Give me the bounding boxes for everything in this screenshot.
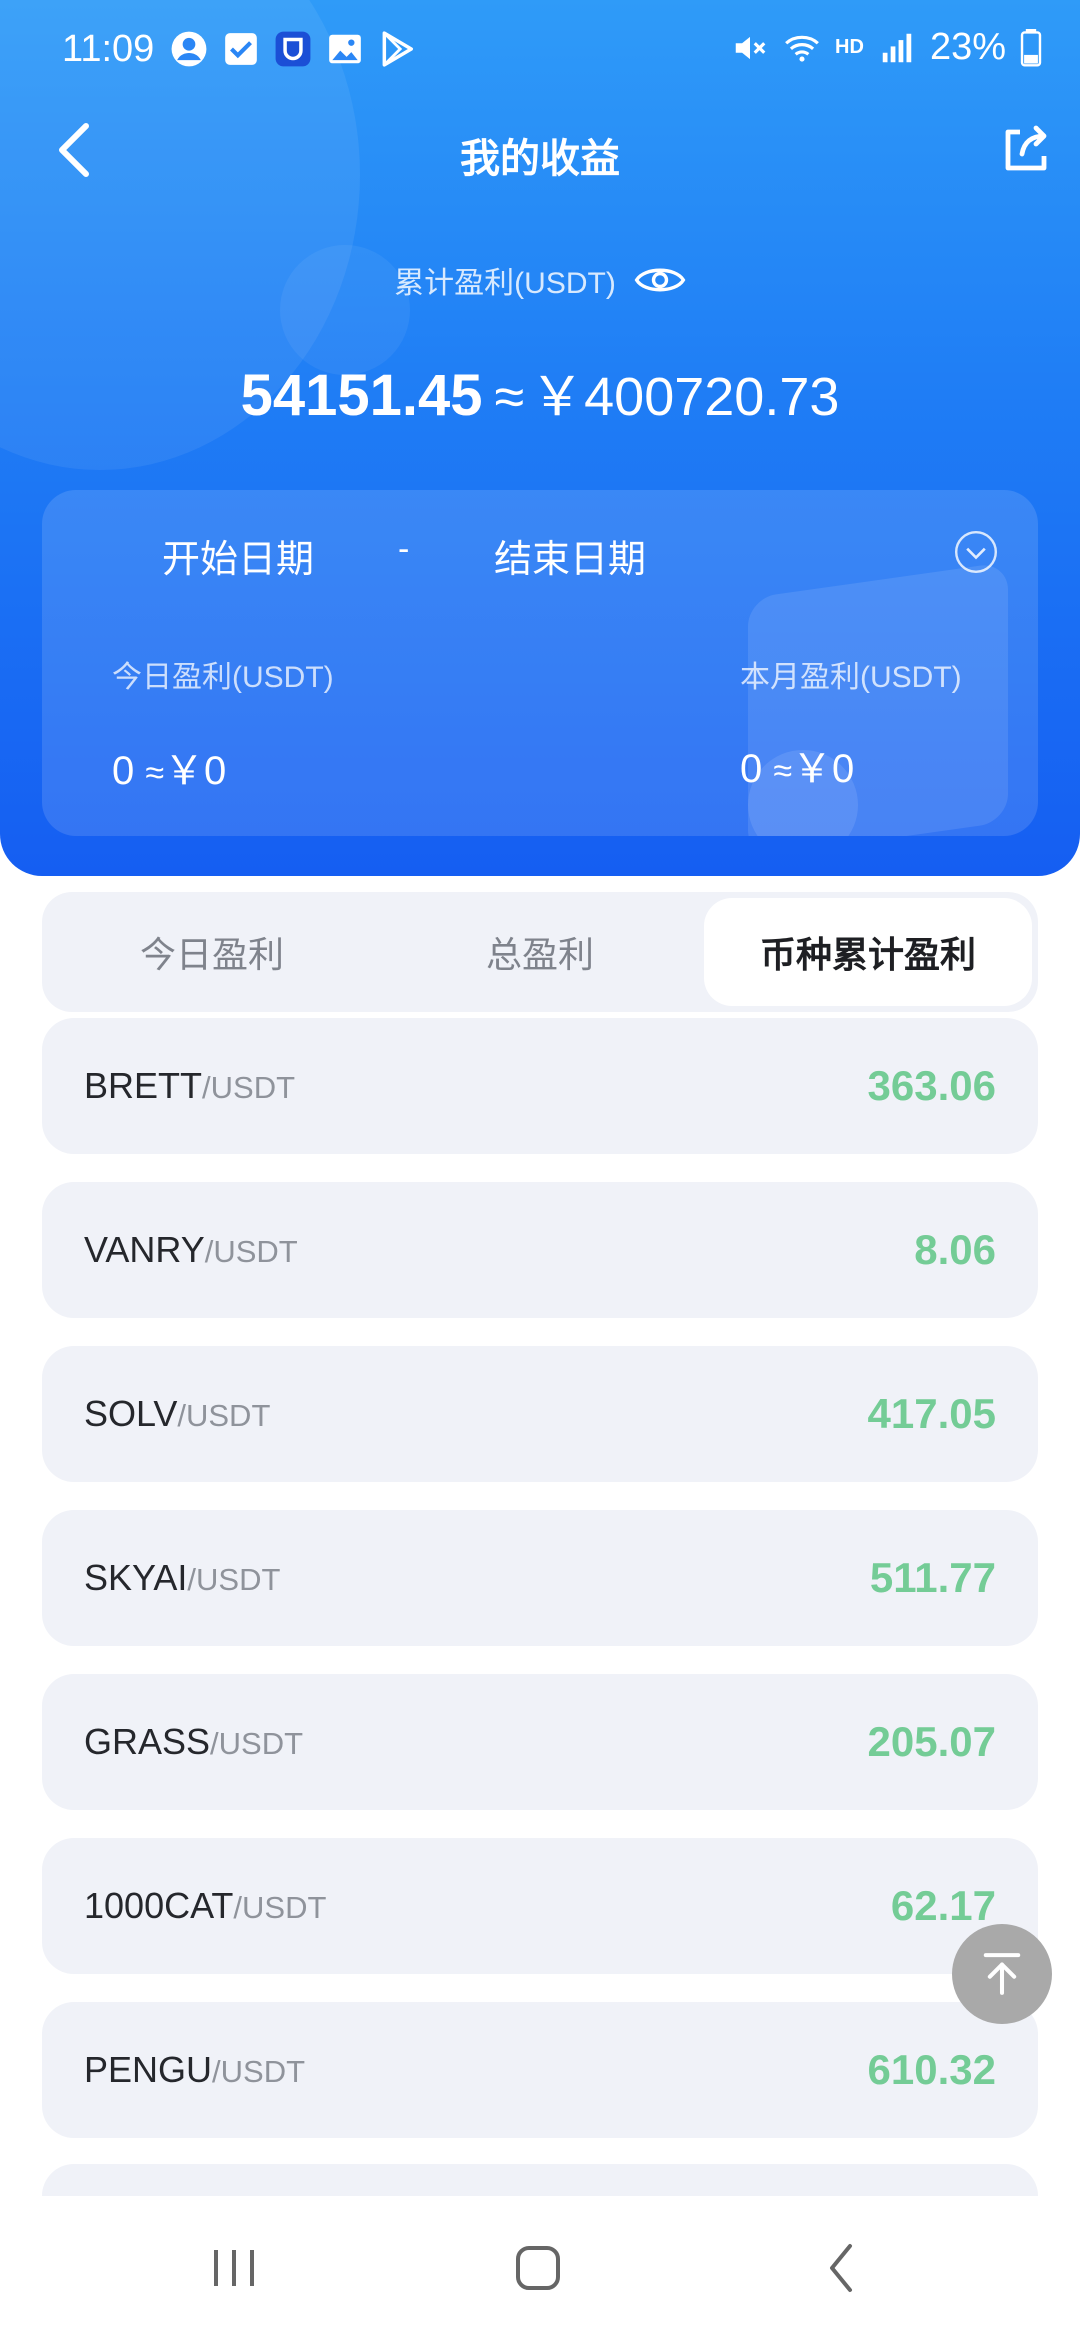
month-profit-value: 0 ≈￥0: [740, 736, 854, 794]
arrow-up-icon: [983, 1953, 1021, 1995]
coin-pair: /USDT: [187, 1562, 281, 1597]
coin-profit-value: 363.06: [867, 1062, 996, 1109]
coin-profit-value: 417.05: [867, 1390, 996, 1437]
network-hd-label: HD: [835, 36, 864, 58]
top-nav-bar: 我的收益: [0, 110, 1080, 190]
total-profit-label: 累计盈利(USDT): [394, 267, 616, 300]
coin-symbol: PENGU: [84, 2049, 213, 2090]
profit-tabs: 今日盈利 总盈利 币种累计盈利: [42, 892, 1038, 1012]
status-bar: 11:09 HD 23%: [0, 0, 1080, 100]
coin-profit-value: 205.07: [867, 1718, 996, 1765]
tab-total-profit[interactable]: 总盈利: [376, 898, 704, 1006]
date-stats-card: 开始日期 - 结束日期 今日盈利(USDT) 本月盈利(USDT) 0 ≈￥0 …: [42, 490, 1038, 836]
list-item[interactable]: BRETT/USDT 363.06: [42, 1018, 1038, 1154]
notification-icons: [170, 30, 416, 68]
eye-visibility-icon[interactable]: [634, 261, 686, 299]
total-cny-value: ￥400720.73: [530, 367, 840, 427]
mute-icon: [735, 36, 766, 59]
coin-symbol: SKYAI: [84, 1557, 188, 1598]
today-profit-label: 今日盈利(USDT): [112, 661, 334, 694]
date-separator: -: [398, 530, 410, 568]
coin-pair: /USDT: [177, 1398, 271, 1433]
total-usdt-value: 54151.45: [240, 363, 483, 428]
list-item[interactable]: SOLV/USDT 417.05: [42, 1346, 1038, 1482]
play-store-icon: [382, 31, 413, 67]
shield-app-icon: [275, 31, 311, 67]
approx-symbol: ≈: [145, 754, 165, 792]
back-to-top-button[interactable]: [952, 1924, 1052, 2024]
total-profit-label-row: 累计盈利(USDT): [0, 258, 1080, 302]
status-time: 11:09: [62, 28, 155, 70]
signal-icon: [882, 33, 912, 62]
system-back-icon[interactable]: [800, 2238, 880, 2298]
list-item[interactable]: SKYAI/USDT 511.77: [42, 1510, 1038, 1646]
task-check-icon: [225, 33, 257, 65]
end-date-picker[interactable]: 结束日期: [494, 528, 646, 583]
page-title: 我的收益: [460, 137, 620, 181]
home-icon[interactable]: [496, 2238, 576, 2298]
coin-profit-value: 610.32: [867, 2046, 996, 2093]
account-icon: [171, 31, 207, 67]
page: 11:09 HD 23% 我的收益 累计盈利(USDT) 54151.45 ≈ …: [0, 0, 1080, 2340]
coin-profit-value: 511.77: [869, 1554, 996, 1601]
battery-percent: 23%: [929, 26, 1006, 68]
coin-symbol: VANRY: [84, 1229, 205, 1270]
approx-symbol: ≈: [494, 367, 525, 427]
list-item[interactable]: PENGU/USDT 610.32: [42, 2002, 1038, 2138]
recent-apps-icon[interactable]: [194, 2238, 274, 2298]
list-item[interactable]: 1000CAT/USDT 62.17: [42, 1838, 1038, 1974]
chevron-down-icon[interactable]: [954, 530, 998, 574]
coin-pair: /USDT: [204, 1234, 298, 1269]
wifi-icon: [785, 35, 819, 62]
start-date-picker[interactable]: 开始日期: [162, 528, 314, 583]
coin-pair: /USDT: [202, 1070, 296, 1105]
coin-symbol: 1000CAT: [84, 1885, 234, 1926]
approx-symbol: ≈: [773, 752, 793, 790]
coin-pair: /USDT: [210, 1726, 304, 1761]
system-status-icons: HD 23%: [731, 26, 1042, 69]
coin-profit-list: BRETT/USDT 363.06 VANRY/USDT 8.06 SOLV/U…: [42, 1018, 1038, 2166]
coin-profit-value: 62.17: [890, 1882, 996, 1929]
battery-icon: [1020, 28, 1042, 66]
list-item[interactable]: VANRY/USDT 8.06: [42, 1182, 1038, 1318]
coin-symbol: SOLV: [84, 1393, 178, 1434]
earnings-header: 11:09 HD 23% 我的收益 累计盈利(USDT) 54151.45 ≈ …: [0, 0, 1080, 876]
today-cny: ￥0: [164, 749, 227, 793]
today-usdt: 0: [112, 749, 135, 793]
tab-coin-cumulative-profit[interactable]: 币种累计盈利: [704, 898, 1032, 1006]
coin-symbol: BRETT: [84, 1065, 203, 1106]
tab-today-profit[interactable]: 今日盈利: [48, 898, 376, 1006]
coin-pair: /USDT: [212, 2054, 306, 2089]
month-usdt: 0: [740, 747, 763, 791]
system-navigation-bar: [0, 2196, 1080, 2340]
coin-profit-value: 8.06: [914, 1226, 996, 1273]
month-profit-label: 本月盈利(USDT): [740, 661, 962, 694]
coin-symbol: GRASS: [84, 1721, 211, 1762]
coin-pair: /USDT: [233, 1890, 327, 1925]
month-cny: ￥0: [792, 747, 855, 791]
today-profit-value: 0 ≈￥0: [112, 738, 226, 796]
share-export-icon[interactable]: [998, 122, 1054, 178]
total-profit-value: 54151.45 ≈ ￥400720.73: [0, 352, 1080, 431]
gallery-icon: [329, 34, 361, 64]
list-item[interactable]: GRASS/USDT 205.07: [42, 1674, 1038, 1810]
